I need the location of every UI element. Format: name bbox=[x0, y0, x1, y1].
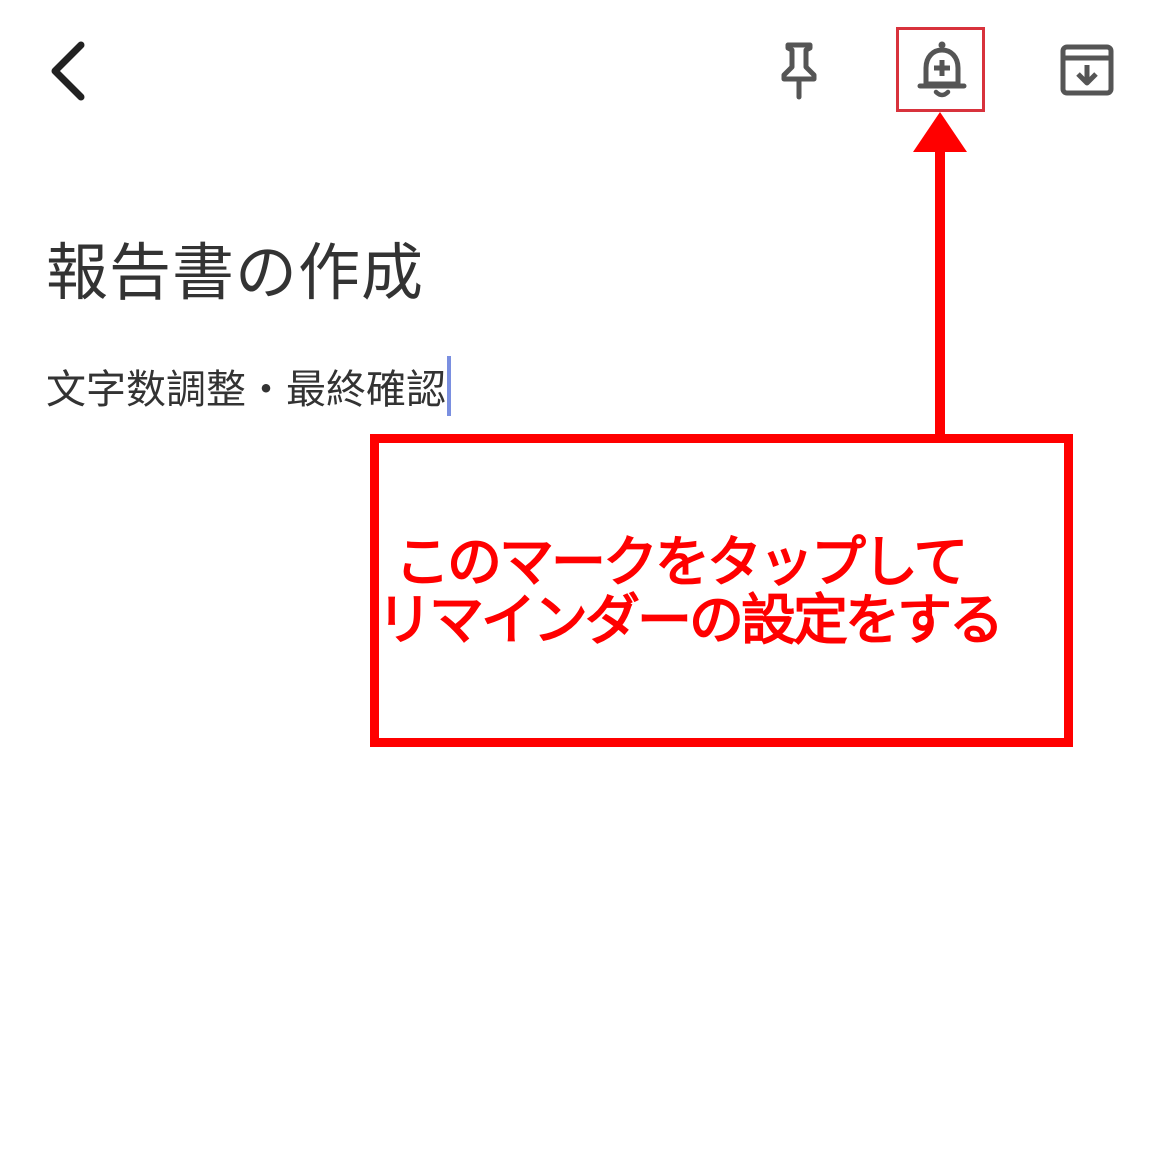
note-title[interactable]: 報告書の作成 bbox=[46, 222, 424, 312]
note-body-field[interactable]: 文字数調整・最終確認 bbox=[46, 355, 451, 417]
reminder-button[interactable] bbox=[904, 32, 980, 108]
note-body-text: 文字数調整・最終確認 bbox=[46, 367, 446, 413]
annotation-arrow-shaft bbox=[935, 148, 945, 438]
archive-button[interactable] bbox=[1050, 30, 1124, 110]
chevron-left-icon bbox=[51, 41, 85, 101]
archive-download-icon bbox=[1060, 44, 1114, 96]
annotation-text: このマークをタップして リマインダーの設定をする bbox=[377, 530, 1004, 649]
pin-button[interactable] bbox=[764, 30, 834, 110]
text-caret bbox=[447, 356, 451, 416]
back-button[interactable] bbox=[30, 30, 106, 110]
annotation-arrow-head bbox=[913, 112, 967, 152]
annotation-line-2: リマインダーの設定をする bbox=[377, 588, 1004, 652]
annotation-line-1: このマークをタップして bbox=[395, 530, 968, 594]
pin-icon bbox=[781, 42, 817, 100]
annotation-callout-box: このマークをタップして リマインダーの設定をする bbox=[370, 434, 1073, 747]
bell-plus-icon bbox=[917, 41, 967, 98]
